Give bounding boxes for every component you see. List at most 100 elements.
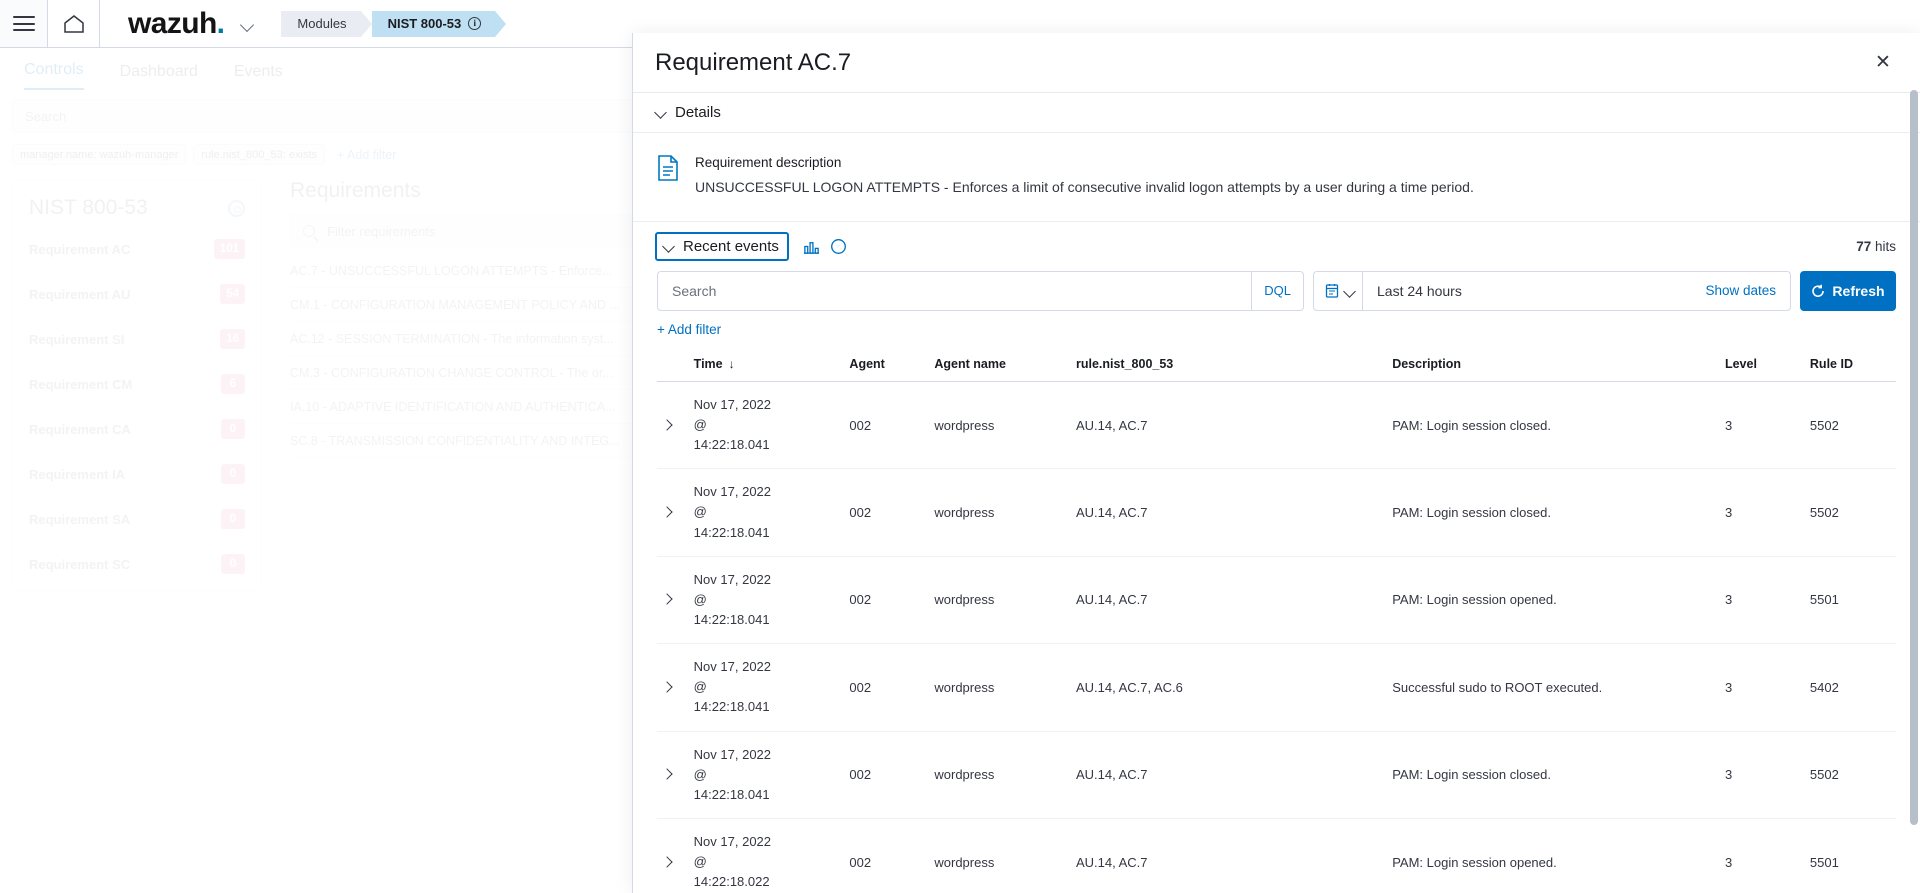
column-header-agent-name[interactable]: Agent name <box>928 350 1070 382</box>
details-accordion-header[interactable]: Details <box>633 93 1920 133</box>
home-button[interactable] <box>48 0 100 47</box>
info-icon[interactable]: i <box>468 17 482 30</box>
time-date: Nov 17, 2022 <box>693 571 772 587</box>
list-item-label: Requirement AC <box>29 241 131 257</box>
tab-events[interactable]: Events <box>234 63 283 90</box>
table-row[interactable]: Nov 17, 2022 @ 14:22:18.041 002 wordpres… <box>657 731 1896 820</box>
cell-time: Nov 17, 2022 @ 14:22:18.041 <box>687 381 844 470</box>
requirement-text: AC.7 - UNSUCCESSFUL LOGON ATTEMPTS - Enf… <box>290 263 613 278</box>
expand-row-button[interactable] <box>657 468 688 557</box>
document-icon <box>658 155 678 181</box>
query-language-badge[interactable]: DQL <box>1251 271 1303 310</box>
cell-time: Nov 17, 2022 @ 14:22:18.041 <box>687 468 844 557</box>
chevron-down-icon <box>655 107 666 118</box>
column-header-description[interactable]: Description <box>1386 350 1719 382</box>
calendar-quick-select-button[interactable] <box>1314 271 1363 310</box>
chevron-down-icon <box>663 241 674 252</box>
table-row[interactable]: Nov 17, 2022 @ 14:22:18.041 002 wordpres… <box>657 468 1896 557</box>
cell-rule-id[interactable]: 5502 <box>1803 731 1896 820</box>
flyout-scrollbar[interactable] <box>1910 90 1918 860</box>
cell-time: Nov 17, 2022 @ 14:22:18.022 <box>687 818 844 893</box>
close-icon[interactable]: ✕ <box>1870 50 1896 76</box>
cell-description: Successful sudo to ROOT executed. <box>1386 643 1719 732</box>
cell-rule-id[interactable]: 5501 <box>1803 818 1896 893</box>
add-filter-button[interactable]: + Add filter <box>633 311 1920 337</box>
time-at: @ <box>693 854 707 870</box>
filter-pill[interactable]: rule.nist_800_53: exists <box>193 144 325 165</box>
compass-icon[interactable] <box>830 238 847 255</box>
expand-row-button[interactable] <box>657 731 688 820</box>
refresh-button[interactable]: Refresh <box>1800 270 1896 311</box>
breadcrumb-label: NIST 800-53 <box>387 16 462 31</box>
list-item[interactable]: Requirement SA 0 <box>29 503 245 535</box>
cell-agent[interactable]: 002 <box>843 556 929 645</box>
details-label: Details <box>675 104 721 121</box>
refresh-label: Refresh <box>1832 282 1885 299</box>
search-input[interactable] <box>658 271 1252 310</box>
gear-icon[interactable] <box>228 199 245 217</box>
list-item[interactable]: Requirement IA 0 <box>29 458 245 490</box>
recent-events-toggle[interactable]: Recent events <box>655 231 789 261</box>
flyout-body: Details Requirement description UNSUCCES… <box>633 93 1920 893</box>
cell-nist: AU.14, AC.7 <box>1069 818 1387 893</box>
menu-button[interactable] <box>0 0 48 47</box>
table-row[interactable]: Nov 17, 2022 @ 14:22:18.041 002 wordpres… <box>657 643 1896 732</box>
expand-row-button[interactable] <box>657 643 688 732</box>
cell-description: PAM: Login session closed. <box>1386 468 1719 557</box>
expand-row-button[interactable] <box>657 381 688 470</box>
column-header-time[interactable]: Time ↓ <box>687 350 844 382</box>
time-date: Nov 17, 2022 <box>693 484 772 500</box>
bar-chart-icon[interactable] <box>803 238 820 255</box>
cell-agent[interactable]: 002 <box>843 381 929 470</box>
list-item[interactable]: Requirement SC 0 <box>29 548 245 580</box>
table-row[interactable]: Nov 17, 2022 @ 14:22:18.041 002 wordpres… <box>657 556 1896 645</box>
description-heading: Requirement description <box>695 155 842 170</box>
show-dates-button[interactable]: Show dates <box>1705 283 1790 298</box>
table-row[interactable]: Nov 17, 2022 @ 14:22:18.041 002 wordpres… <box>657 381 1896 470</box>
cell-agent[interactable]: 002 <box>843 818 929 893</box>
list-item-label: Requirement SC <box>29 556 131 572</box>
date-range-value[interactable]: Last 24 hours <box>1363 283 1705 299</box>
expand-row-button[interactable] <box>657 818 688 893</box>
cell-agent-name: wordpress <box>928 556 1070 645</box>
breadcrumb-item-modules[interactable]: Modules <box>281 10 372 37</box>
chevron-right-icon <box>663 421 672 430</box>
list-item[interactable]: Requirement AC 101 <box>29 233 245 265</box>
hits-label: hits <box>1874 238 1896 254</box>
cell-rule-id[interactable]: 5502 <box>1803 468 1896 557</box>
time-at: @ <box>693 766 707 782</box>
add-filter-button[interactable]: + Add filter <box>337 148 396 162</box>
cell-agent-name: wordpress <box>928 818 1070 893</box>
expand-row-button[interactable] <box>657 556 688 645</box>
column-header-rule-id[interactable]: Rule ID <box>1803 350 1896 382</box>
column-header-level[interactable]: Level <box>1718 350 1804 382</box>
time-date: Nov 17, 2022 <box>693 396 772 412</box>
table-row[interactable]: Nov 17, 2022 @ 14:22:18.022 002 wordpres… <box>657 818 1896 893</box>
chevron-down-icon[interactable] <box>242 20 255 28</box>
refresh-icon <box>1812 284 1825 297</box>
cell-agent[interactable]: 002 <box>843 643 929 732</box>
list-item-label: Requirement AU <box>29 286 131 302</box>
column-header-nist[interactable]: rule.nist_800_53 <box>1069 350 1387 382</box>
tab-dashboard[interactable]: Dashboard <box>120 63 198 90</box>
cell-nist: AU.14, AC.7 <box>1069 556 1387 645</box>
column-header-agent[interactable]: Agent <box>843 350 929 382</box>
tab-controls[interactable]: Controls <box>24 61 84 90</box>
app-root: wazuh. Modules NIST 800-53 i Controls Da… <box>0 0 1920 893</box>
cell-rule-id[interactable]: 5402 <box>1803 643 1896 732</box>
list-item[interactable]: Requirement CM 6 <box>29 368 245 400</box>
filter-pill[interactable]: manager.name: wazuh-manager <box>12 144 187 165</box>
list-item[interactable]: Requirement CA 0 <box>29 413 245 445</box>
cell-agent[interactable]: 002 <box>843 468 929 557</box>
breadcrumb-item-nist[interactable]: NIST 800-53 i <box>371 10 506 37</box>
list-item[interactable]: Requirement SI 16 <box>29 323 245 355</box>
list-item-label: Requirement IA <box>29 466 126 482</box>
cell-agent[interactable]: 002 <box>843 731 929 820</box>
cell-rule-id[interactable]: 5502 <box>1803 381 1896 470</box>
list-item[interactable]: Requirement AU 54 <box>29 278 245 310</box>
cell-description: PAM: Login session opened. <box>1386 818 1719 893</box>
count-badge: 0 <box>221 464 245 484</box>
cell-rule-id[interactable]: 5501 <box>1803 556 1896 645</box>
sort-arrow-icon: ↓ <box>728 356 735 371</box>
requirement-flyout-panel: Requirement AC.7 ✕ Details Requirement d… <box>632 33 1920 893</box>
